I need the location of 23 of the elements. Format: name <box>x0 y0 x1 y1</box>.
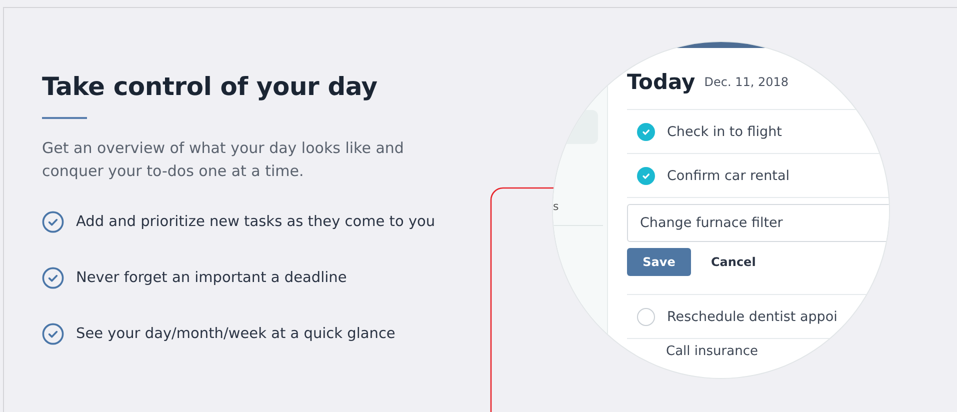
sidebar-text: s <box>553 200 560 213</box>
feature-text: See your day/month/week at a quick glance <box>76 326 396 342</box>
task-input-field[interactable]: Change furnace filter <box>627 204 889 242</box>
task-label: Reschedule dentist appoi <box>667 308 838 324</box>
check-circle-icon <box>42 267 64 289</box>
task-label: Confirm car rental <box>667 168 790 184</box>
task-checkbox[interactable] <box>637 166 655 184</box>
task-label: Check in to flight <box>667 124 782 140</box>
day-title: Today <box>627 70 696 94</box>
intro-text: Get an overview of what your day looks like and conquer your to-dos one at a time. <box>42 138 405 182</box>
feature-text: Never forget an important a deadline <box>76 270 347 286</box>
check-circle-icon <box>42 323 64 345</box>
page-heading: Take control of your day <box>42 72 378 101</box>
checkmark-icon <box>641 126 651 136</box>
task-checkbox[interactable] <box>637 308 655 326</box>
feature-text: Add and prioritize new tasks as they come to you <box>76 214 436 230</box>
task-label: Call insurance <box>665 343 759 359</box>
check-circle-icon <box>42 211 64 233</box>
checkmark-icon <box>641 170 651 180</box>
task-checkbox[interactable] <box>637 122 655 140</box>
cancel-button[interactable]: Cancel <box>711 255 756 269</box>
save-button[interactable]: Save <box>627 248 691 276</box>
date-text: Dec. 11, 2018 <box>704 74 789 88</box>
